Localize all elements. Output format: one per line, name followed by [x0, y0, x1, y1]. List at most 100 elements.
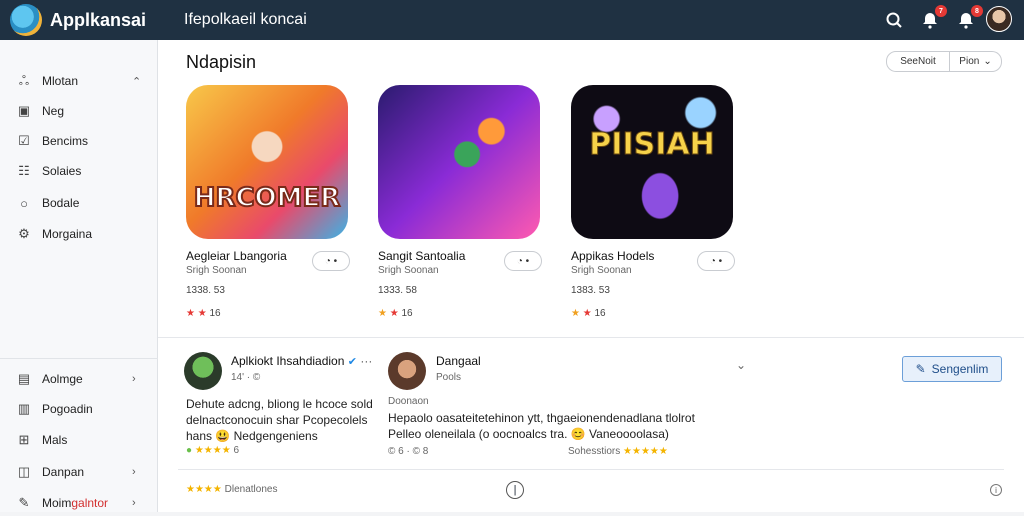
- art-title: PIISIAH: [589, 127, 715, 163]
- help-icon[interactable]: i: [990, 484, 1002, 496]
- sidebar-item-label: Morgaina: [42, 227, 93, 241]
- sidebar-item-label: Neg: [42, 104, 65, 118]
- follow-button[interactable]: ✎ Sengenlim: [902, 356, 1002, 382]
- footer-rating: ★★★★ Dlenatlones: [186, 484, 278, 495]
- app-artwork-piisiah[interactable]: PIISIAH: [571, 85, 733, 239]
- app-rating: ★ ★ 16: [186, 308, 221, 319]
- filter-dropdown[interactable]: Pion ⌄: [950, 51, 1002, 72]
- sidebar-item-solaies[interactable]: ☷ Solaies: [0, 158, 158, 184]
- sidebar-item-pogoadin[interactable]: ▥ Pogoadin: [0, 396, 158, 422]
- filter-label: Pion: [959, 56, 980, 67]
- reviewer-handle: Doonaon: [388, 396, 429, 407]
- sidebar-item-label: Mals: [42, 433, 68, 447]
- chevron-down-icon[interactable]: ›: [132, 466, 136, 478]
- footer-divider: [178, 469, 1004, 470]
- sidebar-item-danpan[interactable]: ◫ Danpan ›: [0, 459, 158, 485]
- reviewer-avatar[interactable]: [184, 352, 222, 390]
- book-icon: ▥: [17, 401, 31, 416]
- sidebar-item-neg[interactable]: ▣ Neg: [0, 98, 158, 124]
- sidebar-item-label: Moimgalntor: [42, 496, 109, 510]
- app-name[interactable]: Appikas Hodels: [571, 249, 654, 263]
- page-title: Ndapisin: [186, 52, 257, 72]
- sidebar-item-bodale[interactable]: ○ Bodale: [0, 190, 158, 216]
- checkbox-icon: ☑: [18, 133, 30, 148]
- app-logo-icon[interactable]: [10, 4, 42, 36]
- sidebar-item-label: Bencims: [42, 134, 89, 148]
- pencil-icon: ✎: [18, 495, 30, 510]
- image-icon: ▣: [17, 103, 31, 118]
- sort-button[interactable]: SeeNoit: [886, 51, 950, 72]
- verified-icon: ✔: [347, 356, 357, 368]
- reviewer-avatar[interactable]: [388, 352, 426, 390]
- chevron-down-icon[interactable]: ›: [132, 373, 136, 385]
- follow-label: Sengenlim: [931, 362, 989, 376]
- main-content: Ndapisin SeeNoit Pion ⌄ HRCOMER Aegleiar…: [158, 40, 1024, 512]
- chevron-down-icon[interactable]: ⌄: [736, 358, 746, 372]
- notifications-icon[interactable]: 7: [918, 5, 947, 32]
- app-card[interactable]: Sangit Santoalia Srigh Soonan 1333. 58 ★…: [378, 85, 542, 319]
- alert-badge: 8: [971, 5, 983, 17]
- grid-icon: ⊞: [18, 432, 30, 447]
- sidebar-item-label: Solaies: [42, 164, 82, 178]
- pencil-icon: ✎: [915, 362, 926, 376]
- app-name[interactable]: Aegleiar Lbangoria: [186, 249, 287, 263]
- app-card[interactable]: PIISIAH Appikas Hodels Srigh Soonan 1383…: [571, 85, 735, 319]
- search-input[interactable]: Ifepolkaeil koncai: [184, 11, 307, 29]
- settings-icon: ⚙: [18, 226, 30, 241]
- sidebar-divider: [0, 358, 158, 359]
- get-button[interactable]: ◔ •: [504, 251, 542, 271]
- chart-icon: ▤: [17, 371, 31, 386]
- sidebar-item-morgaina[interactable]: ⚙ Morgaina: [0, 221, 158, 247]
- chat-icon: ◫: [17, 464, 31, 479]
- sidebar-item-mlotan[interactable]: ஃ Mlotan ⌃: [0, 68, 158, 94]
- sidebar-item-label: Pogoadin: [42, 402, 93, 416]
- sidebar-item-label: Aolmge: [42, 372, 83, 386]
- app-card[interactable]: HRCOMER Aegleiar Lbangoria Srigh Soonan …: [186, 85, 350, 319]
- top-bar: Applkansai Ifepolkaeil koncai 7 8: [0, 0, 1024, 40]
- sidebar-item-bencims[interactable]: ☑ Bencims: [0, 128, 158, 154]
- sidebar: ஃ Mlotan ⌃ ▣ Neg ☑ Bencims ☷ Solaies ○ B…: [0, 40, 158, 512]
- review-meta: 14' · ©: [231, 372, 261, 383]
- more-icon[interactable]: ···: [360, 354, 372, 368]
- get-button[interactable]: ◔ •: [697, 251, 735, 271]
- chevron-down-icon: ⌄: [983, 56, 992, 67]
- sidebar-item-label: Danpan: [42, 465, 85, 479]
- review-actions[interactable]: © 6 · © 8: [388, 446, 428, 457]
- user-avatar[interactable]: [986, 6, 1012, 32]
- review-rating: ● ★★★★ 6: [186, 445, 240, 456]
- app-rating: ★ ★ 16: [378, 308, 413, 319]
- review-body: Dehute adcng, bliong le hcoce sold delna…: [186, 397, 373, 443]
- app-name[interactable]: Sangit Santoalia: [378, 249, 465, 263]
- get-button[interactable]: ◔ •: [312, 251, 350, 271]
- app-developer: Srigh Soonan: [571, 265, 632, 276]
- circle-icon: ○: [20, 195, 28, 211]
- reviewer-name[interactable]: Aplkiokt Ihsahdiadion ✔ ···: [231, 354, 372, 368]
- checklist-icon: ☷: [18, 163, 30, 178]
- search-icon[interactable]: [882, 8, 906, 32]
- app-title: Applkansai: [50, 10, 147, 30]
- art-title: HRCOMER: [193, 182, 342, 214]
- sidebar-item-label: Bodale: [42, 196, 80, 210]
- notification-badge: 7: [935, 5, 947, 17]
- info-icon[interactable]: |: [506, 481, 524, 499]
- sidebar-item-moimgalntor[interactable]: ✎ Moimgalntor ›: [0, 490, 158, 516]
- review-right-rating: Sohesstiors ★★★★★: [568, 446, 668, 457]
- app-meta: 1383. 53: [571, 285, 610, 296]
- sidebar-item-label: Mlotan: [42, 74, 79, 88]
- review-meta: Pools: [436, 372, 462, 383]
- app-artwork-hero[interactable]: [378, 85, 540, 239]
- chevron-up-icon[interactable]: ⌃: [132, 75, 141, 88]
- app-rating: ★ ★ 16: [571, 308, 606, 319]
- app-developer: Srigh Soonan: [186, 265, 247, 276]
- review-body: Hepaolo oasateitetehinon ytt, thgaeionen…: [388, 411, 695, 441]
- chevron-down-icon[interactable]: ›: [132, 497, 136, 509]
- app-meta: 1333. 58: [378, 285, 417, 296]
- sidebar-item-aolmge[interactable]: ▤ Aolmge ›: [0, 366, 158, 392]
- reviewer-name[interactable]: Dangaal: [436, 354, 481, 368]
- app-artwork-hrcomer[interactable]: HRCOMER: [186, 85, 348, 239]
- sidebar-item-mals[interactable]: ⊞ Mals: [0, 427, 158, 453]
- rocket-icon: ஃ: [18, 72, 30, 88]
- app-developer: Srigh Soonan: [378, 265, 439, 276]
- section-divider: [158, 337, 1024, 338]
- alerts-icon[interactable]: 8: [954, 5, 983, 32]
